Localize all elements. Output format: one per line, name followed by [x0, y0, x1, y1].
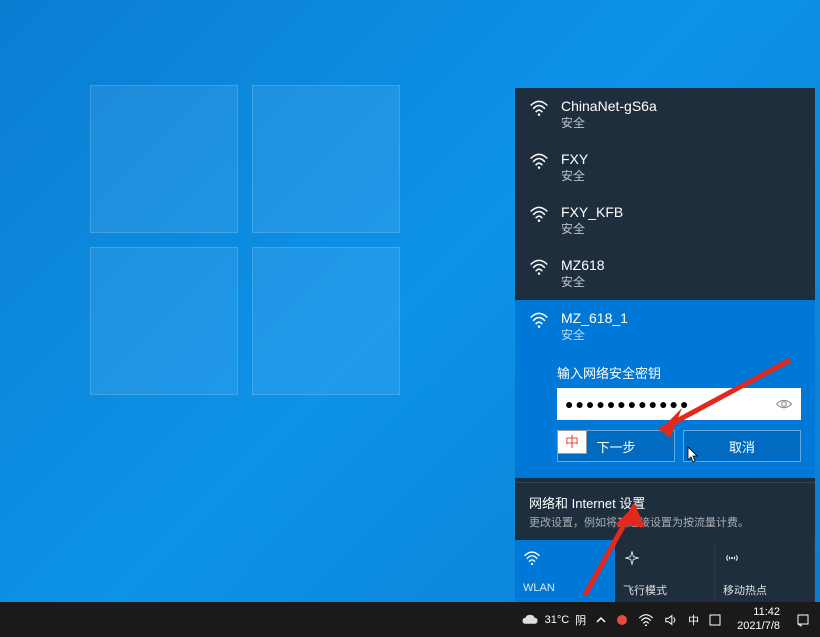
wifi-name: FXY_KFB: [561, 204, 623, 220]
windows-logo: [90, 85, 400, 395]
wifi-status: 安全: [561, 114, 657, 131]
taskbar[interactable]: 31°C 阴 中 11:42 2021/7/8: [0, 602, 820, 637]
connect-section: 输入网络安全密钥 ●●●●●●●●●●●● 中 下一步 取消: [515, 353, 815, 478]
settings-subtitle: 更改设置，例如将某连接设置为按流量计费。: [529, 514, 801, 530]
quick-tiles-row: WLAN 飞行模式 移动热点: [515, 540, 815, 604]
password-masked-value: ●●●●●●●●●●●●: [565, 396, 775, 412]
wifi-icon: [523, 550, 541, 566]
wifi-status: 安全: [561, 220, 623, 237]
wifi-icon: [529, 259, 549, 275]
wifi-status: 安全: [561, 273, 605, 290]
tile-label: 移动热点: [723, 582, 806, 598]
clock-date: 2021/7/8: [737, 620, 780, 633]
password-prompt-label: 输入网络安全密钥: [557, 363, 801, 382]
wifi-network-item[interactable]: ChinaNet-gS6a 安全: [515, 88, 815, 141]
settings-title: 网络和 Internet 设置: [529, 493, 801, 512]
ime-indicator-badge[interactable]: 中: [557, 430, 587, 454]
network-settings-link[interactable]: 网络和 Internet 设置 更改设置，例如将某连接设置为按流量计费。: [515, 482, 815, 540]
password-input[interactable]: ●●●●●●●●●●●●: [557, 388, 801, 420]
wifi-name: MZ_618_1: [561, 310, 628, 326]
wifi-status: 安全: [561, 167, 588, 184]
notification-center-icon[interactable]: [796, 613, 810, 627]
wlan-tile[interactable]: WLAN: [515, 540, 615, 604]
wifi-network-item-selected[interactable]: MZ_618_1 安全: [515, 300, 815, 353]
ime-language-indicator[interactable]: 中: [688, 612, 699, 628]
cursor-icon: [687, 446, 699, 464]
wifi-status: 安全: [561, 326, 628, 343]
hotspot-icon: [723, 550, 741, 566]
wifi-icon: [529, 206, 549, 222]
wifi-name: MZ618: [561, 257, 605, 273]
weather-condition: 阴: [575, 612, 586, 628]
taskbar-clock[interactable]: 11:42 2021/7/8: [731, 606, 786, 632]
volume-icon[interactable]: [664, 614, 678, 626]
weather-widget[interactable]: 31°C 阴: [521, 612, 587, 628]
wifi-tray-icon[interactable]: [638, 614, 654, 626]
ime-mode-icon[interactable]: [709, 614, 721, 626]
tile-label: WLAN: [523, 582, 606, 594]
wifi-network-item[interactable]: FXY_KFB 安全: [515, 194, 815, 247]
wifi-network-item[interactable]: FXY 安全: [515, 141, 815, 194]
wifi-flyout-panel: ChinaNet-gS6a 安全 FXY 安全 FXY_KFB 安全 MZ618…: [515, 88, 815, 604]
reveal-password-icon[interactable]: [775, 398, 793, 410]
weather-temp: 31°C: [545, 614, 570, 626]
wifi-name: FXY: [561, 151, 588, 167]
wifi-icon: [529, 100, 549, 116]
clock-time: 11:42: [753, 606, 780, 619]
cancel-button[interactable]: 取消: [683, 430, 801, 462]
airplane-icon: [623, 550, 641, 566]
cloud-icon: [521, 613, 539, 627]
record-icon[interactable]: [616, 614, 628, 626]
airplane-mode-tile[interactable]: 飞行模式: [615, 540, 715, 604]
tile-label: 飞行模式: [623, 582, 706, 598]
wifi-name: ChinaNet-gS6a: [561, 98, 657, 114]
mobile-hotspot-tile[interactable]: 移动热点: [715, 540, 815, 604]
wifi-icon: [529, 153, 549, 169]
tray-chevron-icon[interactable]: [596, 615, 606, 625]
system-tray: 31°C 阴 中 11:42 2021/7/8: [513, 606, 818, 632]
wifi-icon: [529, 312, 549, 328]
wifi-network-item[interactable]: MZ618 安全: [515, 247, 815, 300]
